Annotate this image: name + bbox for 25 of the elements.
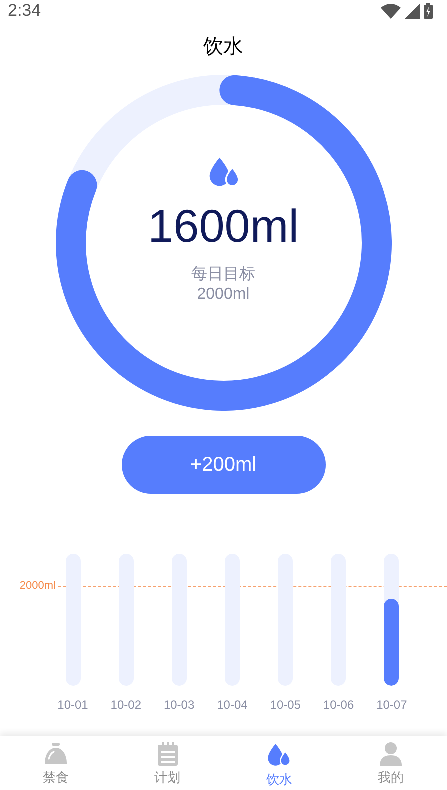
day-label: 10-03 [164,697,195,714]
battery-icon [424,3,433,19]
day-label: 10-01 [58,697,88,714]
goal-label: 每日目标 [192,265,256,285]
day-label: 10-07 [376,697,408,714]
day-label: 10-05 [270,697,301,714]
nav-tab[interactable]: 我的 [335,736,447,790]
signal-icon [405,4,420,18]
day-label: 10-02 [110,697,142,714]
cloche-icon [42,742,69,766]
wifi-icon [381,4,401,18]
water-drops-icon [266,742,292,768]
nav-tab[interactable]: 禁食 [0,736,112,790]
notepad-icon [156,742,179,766]
day-label: 10-04 [217,697,248,714]
water-amount: 1600ml [148,203,299,249]
day-label: 10-06 [323,697,354,714]
person-icon [380,742,402,766]
add-water-button[interactable]: +200ml [122,436,326,494]
nav-tab[interactable]: 饮水 [224,736,336,790]
goal-line-label: 2000ml [18,579,57,594]
nav-tab[interactable]: 计划 [112,736,224,790]
goal-amount: 2000ml [197,285,250,305]
page-title: 饮水 [204,35,244,60]
status-time: 2:34 [8,0,42,22]
